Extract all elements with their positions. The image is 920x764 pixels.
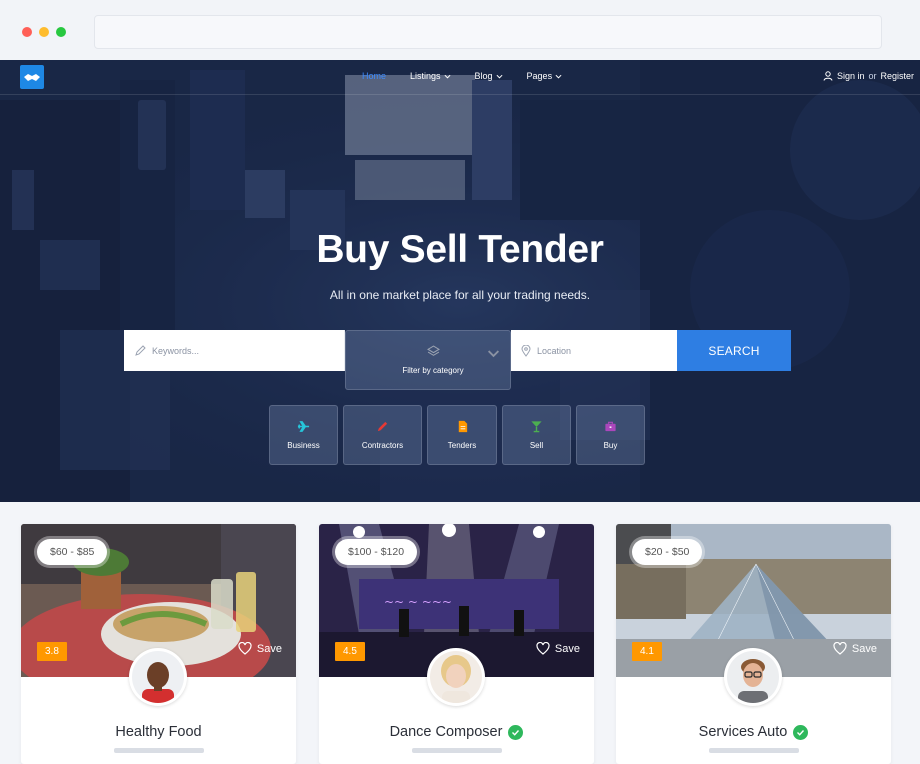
keywords-input[interactable]: Keywords... (124, 330, 345, 371)
cocktail-icon (531, 421, 542, 433)
hero-section: Home Listings Blog Pages Sign in or Regi (0, 60, 920, 502)
verified-check-icon (793, 724, 809, 740)
or-label: or (868, 71, 877, 81)
minimize-window-button[interactable] (39, 27, 49, 37)
price-badge: $100 - $120 (335, 539, 418, 565)
address-bar[interactable] (94, 15, 882, 49)
listings-section: $60 - $85 3.8 Save Healthy Food ~~ ~ ~~~… (0, 502, 920, 764)
svg-text:~~ ~ ~~~: ~~ ~ ~~~ (384, 595, 452, 609)
chevron-down-icon (555, 74, 562, 79)
maximize-window-button[interactable] (56, 27, 66, 37)
category-tiles: Business Contractors Tenders Sell Buy (269, 405, 645, 465)
document-icon (458, 420, 467, 433)
nav-item-blog[interactable]: Blog (475, 71, 503, 81)
nav-item-listings[interactable]: Listings (410, 71, 451, 81)
layers-icon (426, 345, 440, 356)
listing-card[interactable]: $60 - $85 3.8 Save Healthy Food (21, 524, 296, 764)
signin-link[interactable]: Sign in (837, 71, 865, 81)
handshake-logo-icon[interactable] (20, 65, 44, 89)
heart-icon (833, 642, 847, 655)
category-tenders[interactable]: Tenders (427, 405, 497, 465)
save-button[interactable]: Save (536, 642, 580, 655)
nav-item-pages[interactable]: Pages (527, 71, 563, 81)
category-buy[interactable]: Buy (576, 405, 645, 465)
save-button[interactable]: Save (833, 642, 877, 655)
main-menu: Home Listings Blog Pages (362, 71, 586, 81)
location-input[interactable]: Location (511, 330, 677, 371)
hero-title: Buy Sell Tender (316, 228, 604, 271)
category-business[interactable]: Business (269, 405, 338, 465)
top-navigation: Home Listings Blog Pages Sign in or Regi (0, 60, 920, 95)
verified-check-icon (508, 724, 524, 740)
nav-item-home[interactable]: Home (362, 71, 386, 81)
save-button[interactable]: Save (238, 642, 282, 655)
rating-badge: 3.8 (37, 642, 67, 661)
account-links: Sign in or Register (823, 71, 914, 81)
price-badge: $20 - $50 (632, 539, 703, 565)
plane-icon (297, 421, 310, 432)
heart-icon (238, 642, 252, 655)
price-badge: $60 - $85 (37, 539, 108, 565)
avatar (724, 648, 782, 706)
heart-icon (536, 642, 550, 655)
browser-chrome (0, 0, 920, 60)
chevron-down-icon (444, 74, 451, 79)
avatar (129, 648, 187, 706)
avatar (427, 648, 485, 706)
chevron-down-icon (487, 350, 500, 358)
briefcase-icon (605, 421, 616, 432)
listing-title[interactable]: Healthy Food (21, 724, 296, 740)
listing-title[interactable]: Services Auto (616, 724, 891, 740)
register-link[interactable]: Register (880, 71, 914, 81)
search-button[interactable]: SEARCH (677, 330, 791, 371)
pen-icon (377, 421, 388, 432)
listing-title[interactable]: Dance Composer (319, 724, 594, 740)
user-icon (823, 71, 833, 81)
category-select[interactable]: Filter by category (345, 330, 511, 390)
category-contractors[interactable]: Contractors (343, 405, 422, 465)
hero-subtitle: All in one market place for all your tra… (329, 288, 591, 302)
search-form: Keywords... Filter by category Location … (124, 330, 791, 390)
listing-card[interactable]: ~~ ~ ~~~ $100 - $120 4.5 Save Dance Comp… (319, 524, 594, 764)
category-sell[interactable]: Sell (502, 405, 571, 465)
chevron-down-icon (496, 74, 503, 79)
pencil-icon (135, 344, 146, 356)
rating-badge: 4.5 (335, 642, 365, 661)
listing-card[interactable]: $20 - $50 4.1 Save Services Auto (616, 524, 891, 764)
close-window-button[interactable] (22, 27, 32, 37)
rating-badge: 4.1 (632, 642, 662, 661)
map-pin-icon (521, 344, 531, 357)
